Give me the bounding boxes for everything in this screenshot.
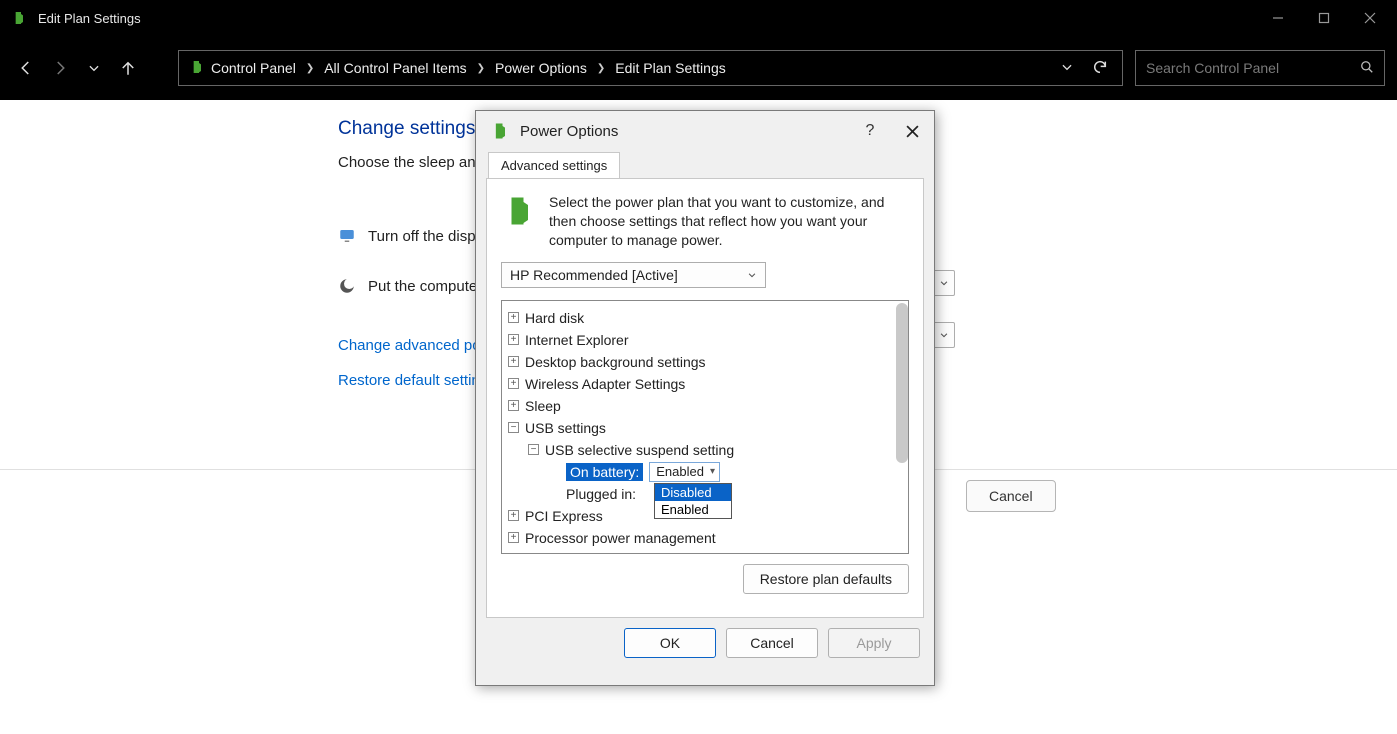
plugged-in-label: Plugged in:: [566, 486, 636, 502]
on-battery-value: Enabled: [656, 464, 704, 479]
address-history-button[interactable]: [1060, 60, 1074, 77]
power-plan-dropdown[interactable]: HP Recommended [Active]: [501, 262, 766, 288]
power-plan-value: HP Recommended [Active]: [510, 267, 678, 283]
tree-node-on-battery[interactable]: On battery: Enabled ▾: [566, 461, 904, 483]
moon-icon: [338, 277, 356, 295]
chevron-down-icon: ▾: [710, 466, 715, 477]
tree-node-display[interactable]: +Display: [508, 549, 904, 554]
window-titlebar: Edit Plan Settings: [0, 0, 1397, 36]
help-button[interactable]: ?: [856, 117, 884, 145]
settings-tree[interactable]: + Hard disk + Internet Explorer + Desktop b…: [501, 300, 909, 554]
breadcrumbs: Control Panel ❯ All Control Panel Items …: [211, 60, 1054, 76]
dropdown-option-disabled[interactable]: Disabled: [655, 484, 731, 501]
scrollbar-thumb[interactable]: [896, 303, 908, 463]
tree-node-sleep[interactable]: + Sleep: [508, 395, 904, 417]
breadcrumb-current[interactable]: Edit Plan Settings: [615, 60, 726, 76]
tree-node-internet-explorer[interactable]: + Internet Explorer: [508, 329, 904, 351]
sleep-timeout-dropdown[interactable]: [933, 322, 955, 348]
chevron-right-icon[interactable]: ❯: [477, 63, 485, 74]
dialog-footer: OK Cancel Apply: [476, 628, 934, 672]
tree-label: USB settings: [525, 420, 606, 436]
expand-icon[interactable]: +: [508, 334, 519, 345]
dialog-cancel-button[interactable]: Cancel: [726, 628, 818, 658]
explorer-navbar: Control Panel ❯ All Control Panel Items …: [0, 36, 1397, 100]
tree-label: Display: [525, 552, 571, 554]
tree-label: Internet Explorer: [525, 332, 629, 348]
tree-label: Desktop background settings: [525, 354, 706, 370]
battery-icon: [490, 121, 510, 141]
chevron-right-icon[interactable]: ❯: [306, 63, 314, 74]
chevron-down-icon: [747, 267, 757, 283]
page-content: Change settings Choose the sleep and Tur…: [0, 100, 1397, 734]
tree-label: Sleep: [525, 398, 561, 414]
forward-button[interactable]: [46, 54, 74, 82]
on-battery-value-dropdown[interactable]: Enabled ▾: [649, 462, 720, 482]
chevron-right-icon[interactable]: ❯: [597, 63, 605, 74]
monitor-icon: [338, 227, 356, 245]
tree-label: USB selective suspend setting: [545, 442, 734, 458]
refresh-button[interactable]: [1092, 59, 1108, 78]
search-box[interactable]: [1135, 50, 1385, 86]
breadcrumb-power-options[interactable]: Power Options: [495, 60, 587, 76]
app-icon: [10, 9, 28, 27]
dropdown-option-enabled[interactable]: Enabled: [655, 501, 731, 518]
breadcrumb-root[interactable]: Control Panel: [211, 60, 296, 76]
tree-node-usb-settings[interactable]: −USB settings: [508, 417, 904, 439]
recent-locations-button[interactable]: [80, 54, 108, 82]
minimize-button[interactable]: [1255, 0, 1301, 36]
dialog-tabs: Advanced settings: [476, 151, 934, 178]
tree-label: Processor power management: [525, 530, 716, 546]
value-dropdown-list[interactable]: Disabled Enabled: [654, 483, 732, 519]
apply-button[interactable]: Apply: [828, 628, 920, 658]
dialog-titlebar: Power Options ?: [476, 111, 934, 151]
on-battery-label: On battery:: [566, 463, 643, 481]
expand-icon[interactable]: +: [508, 400, 519, 411]
collapse-icon[interactable]: −: [508, 422, 519, 433]
dialog-title: Power Options: [520, 123, 856, 140]
up-button[interactable]: [114, 54, 142, 82]
search-icon[interactable]: [1360, 60, 1374, 77]
cancel-button[interactable]: Cancel: [966, 480, 1056, 512]
expand-icon[interactable]: +: [508, 532, 519, 543]
setting-label: Put the compute: [368, 278, 477, 295]
expand-icon[interactable]: +: [508, 356, 519, 367]
tree-node-wireless[interactable]: + Wireless Adapter Settings: [508, 373, 904, 395]
tree-node-hard-disk[interactable]: + Hard disk: [508, 307, 904, 329]
window-sys-buttons: [1255, 0, 1393, 36]
expand-icon[interactable]: +: [508, 510, 519, 521]
window-title: Edit Plan Settings: [38, 11, 1255, 26]
breadcrumb-all-items[interactable]: All Control Panel Items: [324, 60, 466, 76]
tree-label: Wireless Adapter Settings: [525, 376, 685, 392]
back-button[interactable]: [12, 54, 40, 82]
dialog-description: Select the power plan that you want to c…: [549, 193, 909, 250]
display-timeout-dropdown[interactable]: [933, 270, 955, 296]
restore-plan-defaults-button[interactable]: Restore plan defaults: [743, 564, 909, 594]
expand-icon[interactable]: +: [508, 378, 519, 389]
collapse-icon[interactable]: −: [528, 444, 539, 455]
expand-icon[interactable]: +: [508, 312, 519, 323]
tree-node-plugged-in[interactable]: Plugged in:: [566, 483, 904, 505]
dialog-close-button[interactable]: [898, 117, 926, 145]
search-input[interactable]: [1146, 60, 1360, 76]
ok-button[interactable]: OK: [624, 628, 716, 658]
dialog-body: Select the power plan that you want to c…: [486, 178, 924, 618]
tree-node-processor-power[interactable]: + Processor power management: [508, 527, 904, 549]
tree-node-desktop-background[interactable]: + Desktop background settings: [508, 351, 904, 373]
tab-advanced-settings[interactable]: Advanced settings: [488, 152, 620, 179]
setting-label: Turn off the disp: [368, 228, 476, 245]
tree-label: PCI Express: [525, 508, 603, 524]
power-options-dialog: Power Options ? Advanced settings Select…: [475, 110, 935, 686]
maximize-button[interactable]: [1301, 0, 1347, 36]
close-button[interactable]: [1347, 0, 1393, 36]
tree-label: Hard disk: [525, 310, 584, 326]
tree-node-usb-selective-suspend[interactable]: −USB selective suspend setting: [528, 439, 904, 461]
battery-icon: [501, 193, 537, 229]
address-bar[interactable]: Control Panel ❯ All Control Panel Items …: [178, 50, 1123, 86]
address-icon: [189, 59, 205, 78]
